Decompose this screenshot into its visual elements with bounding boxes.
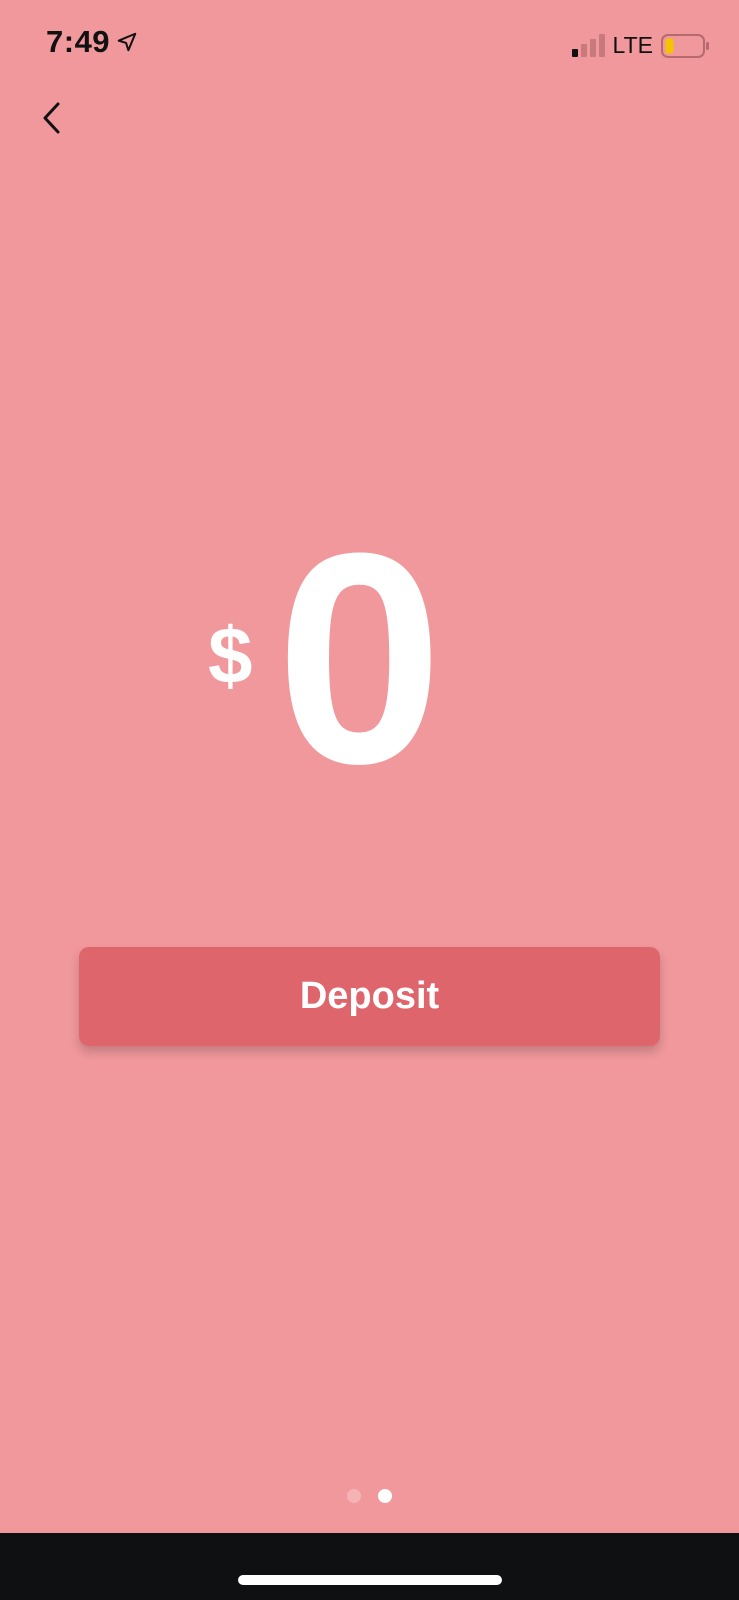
battery-icon [661, 33, 709, 58]
deposit-button-label: Deposit [299, 975, 440, 1017]
page-dot-2[interactable] [378, 1489, 392, 1503]
bottom-bar [0, 1533, 739, 1600]
network-type-label: LTE [612, 32, 653, 58]
cellular-signal-icon [571, 33, 605, 57]
balance-amount: 0 [276, 490, 443, 826]
status-indicators: LTE [571, 32, 711, 59]
status-bar: 7:49 LTE [0, 0, 739, 90]
page-dot-1[interactable] [347, 1489, 361, 1503]
chevron-left-icon [43, 102, 60, 134]
back-button[interactable] [30, 92, 74, 142]
deposit-button[interactable]: Deposit [79, 947, 660, 1046]
home-indicator[interactable] [238, 1575, 502, 1585]
location-arrow-icon [117, 32, 137, 52]
status-time: 7:49 [46, 24, 111, 59]
balance-display: $ 0 [0, 508, 739, 808]
status-time-group: 7:49 [46, 24, 138, 60]
page-indicator [0, 1489, 739, 1503]
currency-symbol: $ [208, 611, 253, 700]
